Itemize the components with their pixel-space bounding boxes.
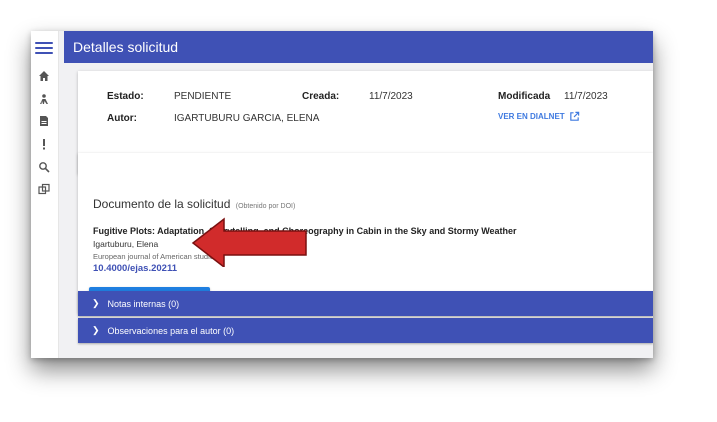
author-observations-panel[interactable]: ❯ Observaciones para el autor (0) xyxy=(78,318,653,343)
search-icon[interactable] xyxy=(36,159,52,175)
doi-link[interactable]: 10.4000/ejas.20211 xyxy=(93,263,177,274)
external-link-icon xyxy=(569,111,579,121)
document-card: Documento de la solicitud (Obtenido por … xyxy=(78,153,653,313)
document-heading-text: Documento de la solicitud xyxy=(93,197,231,211)
app-header: Detalles solicitud xyxy=(64,31,653,63)
chevron-right-icon: ❯ xyxy=(92,298,100,308)
sidebar xyxy=(31,31,59,358)
app-window: Detalles solicitud Estado: PENDIENTE Cre… xyxy=(31,31,653,358)
page-title: Detalles solicitud xyxy=(73,39,179,55)
menu-icon[interactable] xyxy=(35,42,53,54)
modified-label: Modificada xyxy=(498,91,551,102)
duplicate-icon[interactable] xyxy=(36,181,52,197)
alert-icon[interactable] xyxy=(36,136,52,152)
modified-value: 11/7/2023 xyxy=(564,91,608,102)
created-value: 11/7/2023 xyxy=(369,91,413,102)
author-label: Autor: xyxy=(107,113,137,124)
dialnet-link-label: VER EN DIALNET xyxy=(498,112,565,121)
internal-notes-panel[interactable]: ❯ Notas internas (0) xyxy=(78,291,653,316)
callout-arrow xyxy=(191,217,307,267)
status-label: Estado: xyxy=(107,91,144,102)
home-icon[interactable] xyxy=(36,68,52,84)
created-label: Creada: xyxy=(302,91,340,102)
document-icon[interactable] xyxy=(36,113,52,129)
author-value: IGARTUBURU GARCIA, ELENA xyxy=(174,113,320,124)
author-observations-label: Observaciones para el autor (0) xyxy=(107,325,235,336)
chevron-right-icon: ❯ xyxy=(92,325,100,335)
document-heading: Documento de la solicitud (Obtenido por … xyxy=(93,197,295,211)
user-icon[interactable] xyxy=(36,91,52,107)
internal-notes-label: Notas internas (0) xyxy=(107,298,180,309)
dialnet-link[interactable]: VER EN DIALNET xyxy=(498,111,580,122)
document-author: Igartuburu, Elena xyxy=(93,239,159,249)
status-value: PENDIENTE xyxy=(174,91,232,102)
document-heading-note: (Obtenido por DOI) xyxy=(235,203,296,210)
